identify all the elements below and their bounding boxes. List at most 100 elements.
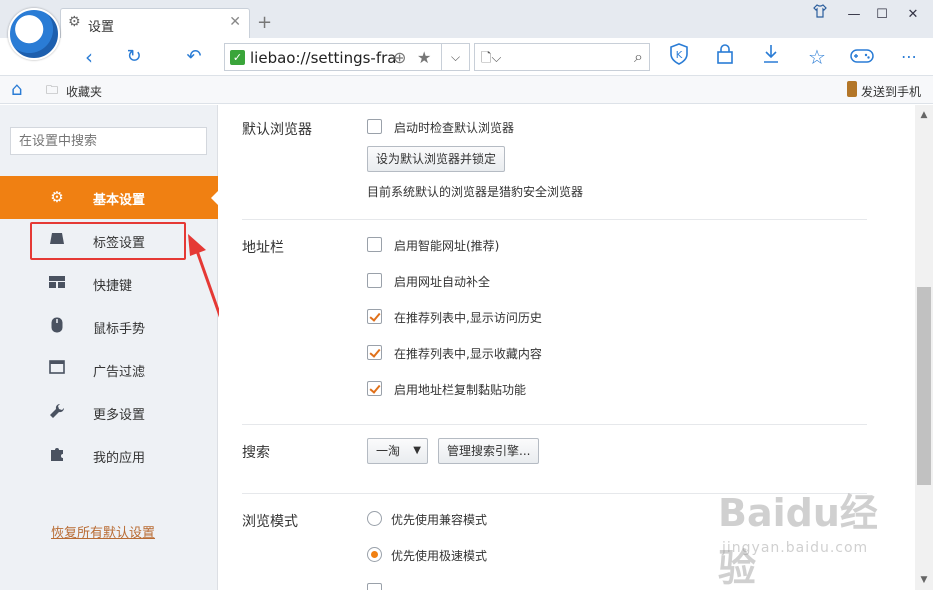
favorites-link[interactable]: 收藏夹	[66, 83, 102, 100]
dropdown-arrow-icon: ▼	[413, 445, 421, 456]
shield-k-icon[interactable]: K	[665, 43, 693, 71]
maximize-icon[interactable]: ☐	[870, 4, 894, 26]
section-label-default-browser: 默认浏览器	[242, 122, 312, 138]
download-icon[interactable]	[757, 43, 785, 71]
highlight-box	[30, 222, 186, 260]
tab-settings[interactable]: ⚙ 设置 ✕	[60, 8, 250, 38]
check-default-browser-option[interactable]: 启动时检查默认浏览器	[367, 118, 667, 136]
browse-option-partial[interactable]	[367, 582, 667, 590]
scroll-up-icon[interactable]: ▲	[915, 107, 933, 123]
undo-icon[interactable]: ↶	[180, 43, 208, 71]
default-browser-note: 目前系统默认的浏览器是猎豹安全浏览器	[367, 185, 584, 199]
section-label-browse-mode: 浏览模式	[242, 514, 298, 530]
phone-icon	[847, 81, 857, 97]
option-label: 在推荐列表中,显示收藏内容	[394, 347, 542, 361]
sidebar-item-basic-settings[interactable]: ⚙ 基本设置	[0, 176, 218, 219]
divider	[242, 424, 867, 425]
restore-defaults-link[interactable]: 恢复所有默认设置	[51, 522, 155, 541]
search-engine-icon[interactable]: 🗋⌵	[481, 49, 501, 71]
section-label-address-bar: 地址栏	[242, 240, 284, 256]
address-option-autocomplete[interactable]: 启用网址自动补全	[367, 272, 667, 290]
more-icon[interactable]: ⋯	[895, 43, 923, 71]
option-label: 启用地址栏复制黏贴功能	[394, 383, 527, 397]
divider	[242, 219, 867, 220]
address-option-copy-paste[interactable]: 启用地址栏复制黏贴功能	[367, 380, 667, 398]
checkbox[interactable]	[367, 273, 382, 288]
sidebar-item-more-settings[interactable]: 更多设置	[0, 391, 218, 434]
gear-icon: ⚙	[68, 14, 81, 30]
sidebar-item-label: 更多设置	[93, 408, 146, 423]
address-option-show-favorites[interactable]: 在推荐列表中,显示收藏内容	[367, 344, 667, 362]
scrollbar[interactable]: ▲ ▼	[915, 105, 933, 590]
set-default-browser-button[interactable]: 设为默认浏览器并锁定	[367, 146, 506, 172]
option-label: 启用智能网址(推荐)	[394, 239, 500, 253]
new-tab-button[interactable]: +	[257, 12, 272, 33]
bookmarks-bar: ⌂ 🗀 收藏夹 发送到手机	[0, 76, 933, 104]
url-text[interactable]: liebao://settings-fra	[250, 49, 400, 67]
svg-text:K: K	[676, 50, 683, 61]
watermark-main: Baidu经验	[718, 491, 878, 590]
sidebar-item-label: 基本设置	[93, 193, 146, 208]
gamepad-icon[interactable]	[848, 43, 876, 71]
option-label: 启动时检查默认浏览器	[394, 121, 515, 135]
sidebar-item-label: 我的应用	[93, 451, 146, 466]
plugin-icon[interactable]: ⊕	[393, 48, 406, 67]
option-label: 在推荐列表中,显示访问历史	[394, 311, 542, 325]
option-label: 启用网址自动补全	[394, 275, 491, 289]
scroll-down-icon[interactable]: ▼	[915, 572, 933, 588]
checkbox[interactable]	[367, 381, 382, 396]
nav-toolbar: ‹ ↻ ↶ ✓ liebao://settings-fra ⊕ ★ ⌵ 🗋⌵ ⌕…	[0, 38, 933, 76]
gear-icon: ⚙	[50, 188, 64, 206]
browse-option-compatible[interactable]: 优先使用兼容模式	[367, 510, 667, 528]
sidebar-item-label: 广告过滤	[93, 365, 146, 380]
checkbox[interactable]	[367, 583, 382, 590]
search-engine-select[interactable]: 一淘 ▼	[367, 438, 428, 464]
browse-option-speed[interactable]: 优先使用极速模式	[367, 546, 667, 564]
wrench-icon	[48, 403, 66, 421]
star-icon[interactable]: ☆	[803, 43, 831, 71]
manage-search-engines-button[interactable]: 管理搜索引擎...	[438, 438, 540, 464]
watermark-sub: jingyan.baidu.com	[722, 540, 869, 556]
watermark: Baidu经验 jingyan.baidu.com	[718, 482, 893, 590]
keyboard-icon	[48, 274, 66, 292]
title-bar: ⚙ 设置 ✕ + — ☐ ✕	[0, 0, 933, 38]
tab-close-icon[interactable]: ✕	[229, 14, 241, 30]
checkbox[interactable]	[367, 309, 382, 324]
puzzle-icon	[48, 446, 66, 464]
option-label: 优先使用兼容模式	[391, 513, 488, 527]
radio[interactable]	[367, 547, 382, 562]
search-icon[interactable]: ⌕	[634, 47, 643, 67]
radio[interactable]	[367, 511, 382, 526]
secure-check-icon: ✓	[230, 50, 245, 65]
scrollbar-thumb[interactable]	[917, 287, 931, 485]
checkbox[interactable]	[367, 119, 382, 134]
send-to-phone-link[interactable]: 发送到手机	[861, 83, 921, 100]
section-label-search: 搜索	[242, 445, 270, 461]
window-icon	[48, 360, 66, 378]
settings-search-input[interactable]	[10, 127, 207, 155]
checkbox[interactable]	[367, 237, 382, 252]
mouse-icon	[48, 317, 66, 335]
refresh-icon[interactable]: ↻	[120, 43, 148, 71]
sidebar-item-label: 鼠标手势	[93, 322, 146, 337]
url-dropdown-icon[interactable]: ⌵	[441, 44, 469, 70]
address-bar[interactable]: ✓ liebao://settings-fra ⊕ ★ ⌵	[224, 43, 470, 71]
address-option-smart-url[interactable]: 启用智能网址(推荐)	[367, 236, 667, 254]
sidebar-item-label: 快捷键	[93, 279, 133, 294]
option-label: 优先使用极速模式	[391, 549, 488, 563]
shirt-icon[interactable]	[808, 4, 832, 26]
tab-title: 设置	[88, 20, 115, 35]
sidebar-item-my-apps[interactable]: 我的应用	[0, 434, 218, 477]
close-window-icon[interactable]: ✕	[901, 4, 925, 26]
lock-icon[interactable]	[711, 43, 739, 71]
liebao-logo	[8, 8, 60, 60]
home-icon[interactable]: ⌂	[11, 79, 22, 100]
address-option-show-history[interactable]: 在推荐列表中,显示访问历史	[367, 308, 667, 326]
back-icon[interactable]: ‹	[75, 43, 103, 71]
search-box[interactable]: 🗋⌵ ⌕	[474, 43, 650, 71]
bookmark-star-icon[interactable]: ★	[417, 48, 431, 67]
search-engine-value: 一淘	[376, 444, 401, 458]
minimize-icon[interactable]: —	[842, 4, 866, 26]
checkbox[interactable]	[367, 345, 382, 360]
folder-icon: 🗀	[46, 83, 59, 97]
